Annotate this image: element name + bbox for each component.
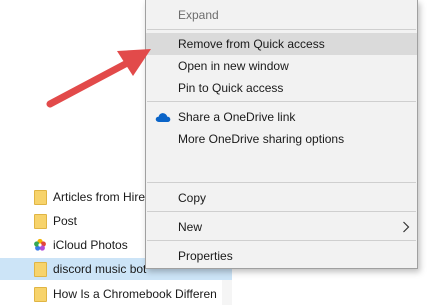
nav-item-label: How Is a Chromebook Differen — [53, 287, 217, 301]
menu-item-remove-from-quick-access[interactable]: Remove from Quick access — [146, 33, 417, 55]
nav-item-label: discord music bot — [53, 262, 147, 276]
menu-separator — [147, 211, 416, 212]
menu-item-more-onedrive-sharing-options[interactable]: More OneDrive sharing options — [146, 128, 417, 150]
nav-item-label: iCloud Photos — [53, 238, 128, 252]
menu-separator — [147, 101, 416, 102]
menu-separator — [147, 29, 416, 30]
menu-item-label: Expand — [178, 8, 219, 22]
folder-icon — [33, 286, 47, 302]
menu-separator — [147, 240, 416, 241]
folder-icon — [33, 189, 47, 205]
nav-item-label: Articles from Hire — [53, 190, 146, 204]
icloud-photos-icon — [33, 238, 47, 252]
menu-item-label: Open in new window — [178, 59, 289, 73]
menu-item-label: Pin to Quick access — [178, 81, 284, 95]
menu-item-label: More OneDrive sharing options — [178, 132, 345, 146]
menu-item-label: Properties — [178, 249, 233, 263]
menu-item-properties[interactable]: Properties — [146, 245, 417, 267]
menu-item-label: Share a OneDrive link — [178, 110, 296, 124]
context-menu: Expand Remove from Quick access Open in … — [145, 0, 418, 269]
menu-item-open-in-new-window[interactable]: Open in new window — [146, 55, 417, 77]
onedrive-cloud-icon — [155, 111, 171, 123]
chevron-right-icon — [402, 221, 410, 236]
folder-icon — [33, 261, 47, 277]
menu-item-label: Remove from Quick access — [178, 37, 325, 51]
menu-item-expand[interactable]: Expand — [146, 4, 417, 26]
nav-item-how-is-a-chromebook-differen[interactable]: How Is a Chromebook Differen — [0, 283, 232, 305]
menu-item-label: New — [178, 220, 203, 234]
menu-item-new[interactable]: New — [146, 216, 417, 238]
folder-icon — [33, 213, 47, 229]
menu-item-label: Copy — [178, 191, 207, 205]
nav-item-label: Post — [53, 214, 78, 228]
menu-item-share-onedrive-link[interactable]: Share a OneDrive link — [146, 106, 417, 128]
menu-item-pin-to-quick-access[interactable]: Pin to Quick access — [146, 77, 417, 99]
menu-separator — [147, 182, 416, 183]
menu-item-copy[interactable]: Copy — [146, 187, 417, 209]
